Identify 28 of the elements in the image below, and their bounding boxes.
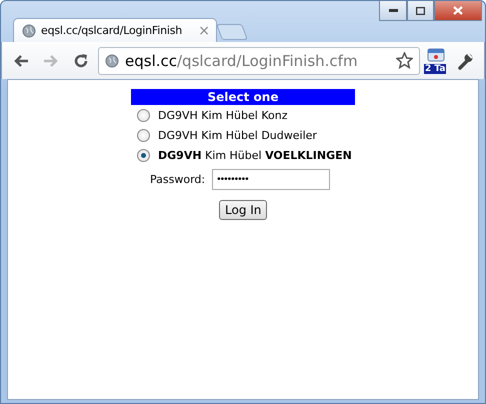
password-field[interactable]: •••••••••	[212, 169, 330, 190]
close-icon	[453, 6, 463, 15]
wrench-icon[interactable]	[456, 52, 474, 70]
browser-tab[interactable]: eqsl.cc/qslcard/LoginFinish ×	[13, 18, 217, 42]
password-label: Password:	[150, 173, 206, 186]
option-label: DG9VH Kim Hübel Dudweiler	[158, 128, 317, 142]
maximize-button[interactable]	[407, 1, 434, 21]
star-icon[interactable]	[396, 52, 413, 69]
globe-icon	[22, 24, 36, 38]
radio-button[interactable]	[137, 108, 150, 122]
radio-button[interactable]	[137, 148, 150, 162]
option-label: DG9VH Kim Hübel Konz	[158, 108, 288, 122]
badge-text: 2 Ta	[424, 64, 446, 74]
close-button[interactable]	[434, 1, 482, 21]
globe-icon	[105, 54, 119, 68]
maximize-icon	[416, 6, 425, 14]
reload-icon[interactable]	[73, 52, 89, 68]
login-button[interactable]: Log In	[219, 200, 268, 220]
url-text: eqsl.cc/qslcard/LoginFinish.cfm	[125, 52, 358, 70]
option-label: DG9VH Kim Hübel VOELKLINGEN	[158, 148, 352, 162]
radio-button[interactable]	[137, 128, 150, 142]
back-icon[interactable]	[13, 54, 29, 68]
tab-title: eqsl.cc/qslcard/LoginFinish	[41, 24, 183, 37]
address-bar[interactable]: eqsl.cc/qslcard/LoginFinish.cfm	[98, 46, 420, 74]
minimize-button[interactable]	[379, 1, 407, 21]
section-heading: Select one	[131, 89, 355, 105]
minimize-icon	[388, 9, 398, 12]
calendar-icon[interactable]	[427, 48, 445, 62]
